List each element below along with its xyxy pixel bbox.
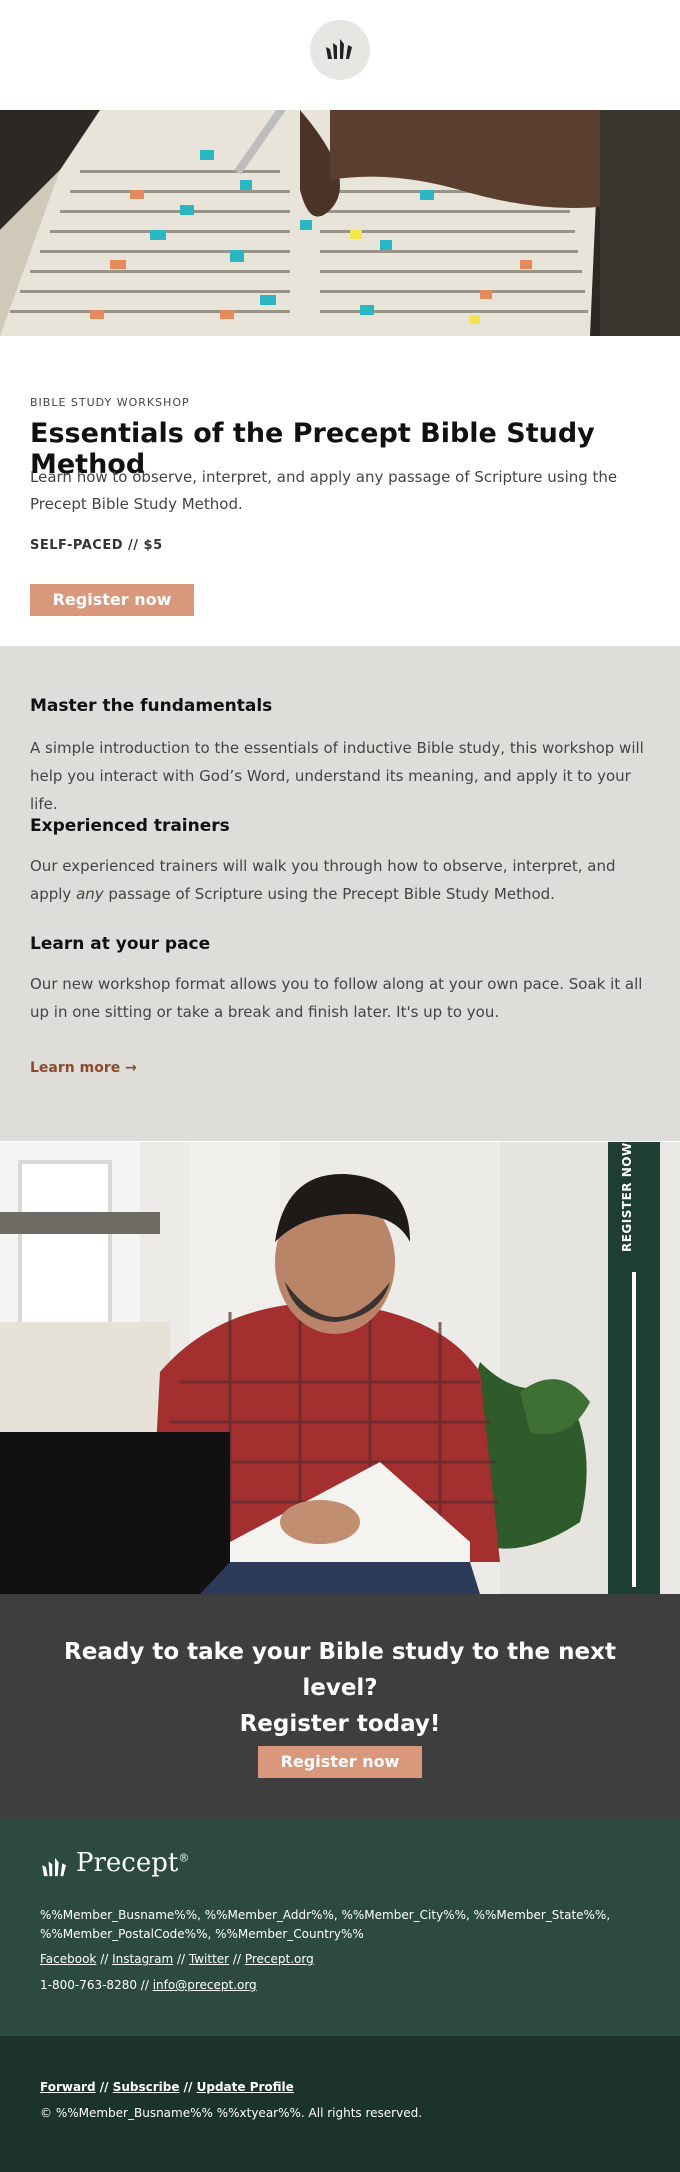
price-label: SELF-PACED // $5 xyxy=(30,538,163,553)
eyebrow-label: BIBLE STUDY WORKSHOP xyxy=(30,396,190,409)
feature-body-fundamentals: A simple introduction to the essentials … xyxy=(30,739,644,813)
feature-heading-pace: Learn at your pace xyxy=(30,934,211,954)
email-preference-links: Forward // Subscribe // Update Profile xyxy=(40,2080,294,2094)
facebook-link[interactable]: Facebook xyxy=(40,1952,96,1966)
email-header xyxy=(0,0,680,110)
precept-org-link[interactable]: Precept.org xyxy=(245,1952,314,1966)
banner-divider-line xyxy=(632,1272,636,1587)
cta-line-2: Register today! xyxy=(239,1711,441,1737)
feature-body-pace: Our new workshop format allows you to fo… xyxy=(30,975,643,1021)
twitter-link[interactable]: Twitter xyxy=(189,1952,229,1966)
cta-section: Ready to take your Bible study to the ne… xyxy=(0,1594,680,1820)
features-section: Master the fundamentals A simple introdu… xyxy=(0,646,680,1141)
brand-name: Precept® xyxy=(76,1848,190,1878)
phone-number: 1-800-763-8280 xyxy=(40,1978,137,1992)
precept-logo[interactable] xyxy=(310,20,370,80)
mailing-address: %%Member_Busname%%, %%Member_Addr%%, %%M… xyxy=(40,1908,611,1941)
feature-heading-fundamentals: Master the fundamentals xyxy=(30,696,273,716)
forward-link[interactable]: Forward xyxy=(40,2080,96,2094)
learn-more-link[interactable]: Learn more → xyxy=(30,1060,137,1076)
feature-body-trainers: Our experienced trainers will walk you t… xyxy=(30,857,616,903)
intro-description: Learn how to observe, interpret, and app… xyxy=(30,468,618,513)
update-profile-link[interactable]: Update Profile xyxy=(197,2080,294,2094)
hero-image xyxy=(0,110,680,336)
cta-heading: Ready to take your Bible study to the ne… xyxy=(30,1634,650,1742)
contact-info: 1-800-763-8280 // info@precept.org xyxy=(40,1978,257,1992)
footer: Precept® %%Member_Busname%%, %%Member_Ad… xyxy=(0,1820,680,2036)
man-studying-bible-photo xyxy=(0,1142,608,1594)
email-link[interactable]: info@precept.org xyxy=(153,1978,257,1992)
register-now-vertical-label: REGISTER NOW xyxy=(620,1142,634,1252)
precept-crown-icon xyxy=(326,39,352,59)
copyright-text: © %%Member_Busname%% %%xtyear%%. All rig… xyxy=(40,2106,423,2120)
cta-line-1: Ready to take your Bible study to the ne… xyxy=(64,1639,616,1701)
footer-legal: Forward // Subscribe // Update Profile ©… xyxy=(0,2036,680,2172)
instagram-link[interactable]: Instagram xyxy=(112,1952,173,1966)
precept-crown-icon xyxy=(42,1857,66,1877)
register-now-vertical-banner[interactable]: REGISTER NOW xyxy=(608,1142,660,1594)
feature-heading-trainers: Experienced trainers xyxy=(30,816,230,836)
subscribe-link[interactable]: Subscribe xyxy=(113,2080,180,2094)
register-now-button[interactable]: Register now xyxy=(30,584,194,616)
intro-section: BIBLE STUDY WORKSHOP Essentials of the P… xyxy=(0,336,680,646)
social-links: Facebook // Instagram // Twitter // Prec… xyxy=(40,1952,314,1966)
cta-register-now-button[interactable]: Register now xyxy=(258,1746,422,1778)
man-studying-photo: REGISTER NOW xyxy=(0,1142,680,1594)
